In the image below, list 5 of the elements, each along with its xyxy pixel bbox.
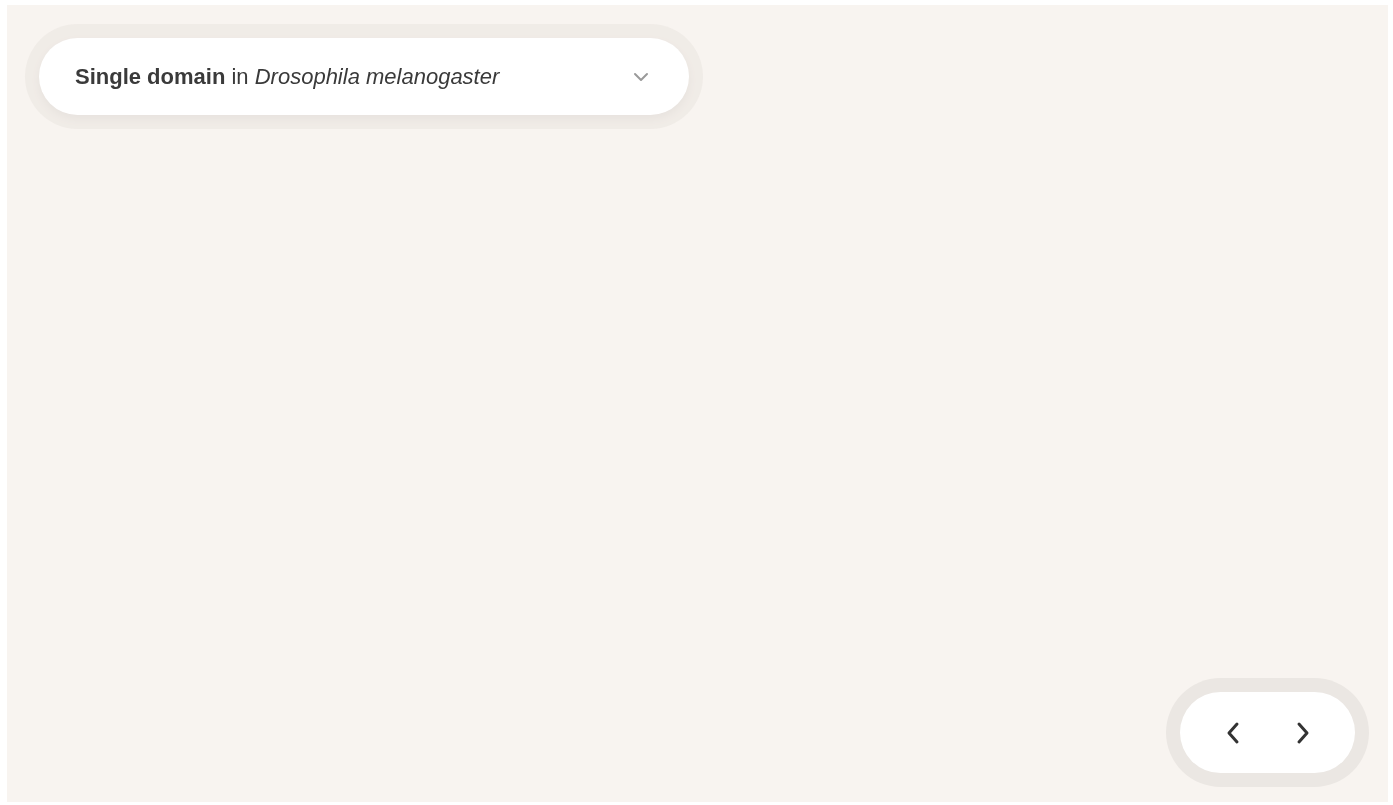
selector-label: Single domain in Drosophila melanogaster — [75, 63, 500, 91]
chevron-down-icon — [633, 71, 649, 82]
chevron-left-icon — [1225, 720, 1240, 745]
chevron-right-icon — [1295, 720, 1310, 745]
dataset-selector[interactable]: Single domain in Drosophila melanogaster — [39, 38, 689, 115]
